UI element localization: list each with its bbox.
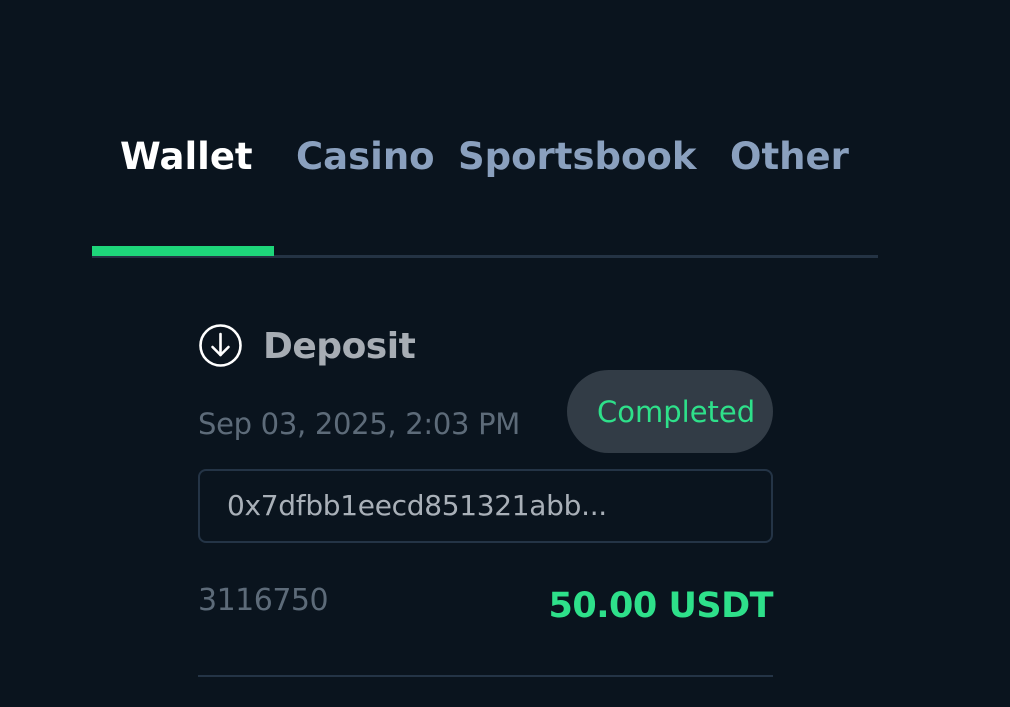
transaction-divider (198, 675, 773, 677)
transaction-type: Deposit (263, 326, 416, 367)
status-badge-label: Completed (597, 395, 756, 429)
transaction-id: 3116750 (198, 583, 329, 618)
tab-other[interactable]: Other (730, 130, 849, 184)
transaction-hash-field[interactable]: 0x7dfbb1eecd851321abb... (198, 469, 773, 543)
tab-sportsbook[interactable]: Sportsbook (458, 130, 696, 184)
transaction-amount: 50.00 USDT (548, 586, 774, 626)
tab-casino[interactable]: Casino (296, 130, 435, 184)
arrow-down-circle-icon (199, 324, 242, 367)
transaction-date: Sep 03, 2025, 2:03 PM (198, 407, 521, 441)
tab-wallet[interactable]: Wallet (120, 130, 253, 184)
transaction-hash: 0x7dfbb1eecd851321abb... (227, 489, 607, 522)
transaction-history-panel: Wallet Casino Sportsbook Other Deposit S… (0, 0, 1010, 707)
active-tab-indicator (92, 246, 274, 256)
